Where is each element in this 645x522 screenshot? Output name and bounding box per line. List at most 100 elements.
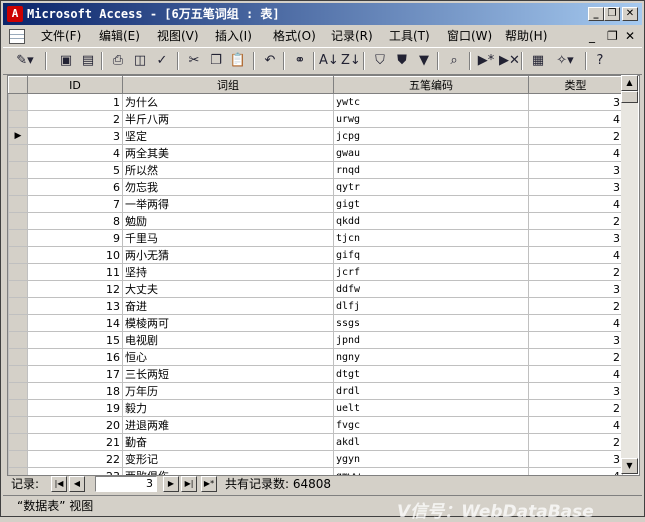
cut-icon[interactable]: ✂ [185,52,203,70]
table-row[interactable]: 1 为什么 ywtc 3 [8,93,623,111]
cell-wubi-code[interactable]: gwau [333,144,529,162]
cell-phrase[interactable]: 三长两短 [122,365,334,383]
cell-phrase[interactable]: 电视剧 [122,331,334,349]
hyperlink-icon[interactable]: ⚭ [291,52,309,70]
table-row[interactable]: ▶ 3 坚定 jcpg 2 [8,127,623,145]
save-icon[interactable]: ▣ [57,52,75,70]
previous-record-button[interactable]: ◀ [69,476,85,492]
record-selector[interactable] [8,297,28,315]
current-record-selector[interactable]: ▶ [8,127,28,145]
record-selector[interactable] [8,110,28,128]
table-row[interactable]: 17 三长两短 dtgt 4 [8,365,623,383]
cell-id[interactable]: 9 [27,229,123,247]
menu-format[interactable]: 格式(O) [273,26,316,46]
table-row[interactable]: 4 两全其美 gwau 4 [8,144,623,162]
cell-wubi-code[interactable]: dlfj [333,297,529,315]
cell-phrase[interactable]: 为什么 [122,93,334,111]
cell-phrase[interactable]: 勉励 [122,212,334,230]
record-selector[interactable] [8,93,28,111]
record-selector[interactable] [8,229,28,247]
cell-id[interactable]: 7 [27,195,123,213]
cell-phrase[interactable]: 奋进 [122,297,334,315]
cell-phrase[interactable]: 坚定 [122,127,334,145]
datasheet-grid[interactable]: ID 词组 五笔编码 类型 1 为什么 ywtc 3 2 半斤八两 urwg 4 ▶ 3 坚定 jcp… [7,75,640,476]
help-icon[interactable]: ? [591,52,609,70]
cell-id[interactable]: 12 [27,280,123,298]
cell-wubi-code[interactable]: fvgc [333,416,529,434]
cell-wubi-code[interactable]: gigt [333,195,529,213]
cell-phrase[interactable]: 千里马 [122,229,334,247]
scroll-up-button[interactable]: ▲ [621,75,638,91]
cell-type[interactable]: 2 [528,348,623,366]
cell-phrase[interactable]: 两全其美 [122,144,334,162]
scroll-down-button[interactable]: ▼ [621,458,638,474]
current-record-field[interactable]: 3 [95,476,157,492]
table-row[interactable]: 13 奋进 dlfj 2 [8,297,623,315]
table-row[interactable]: 2 半斤八两 urwg 4 [8,110,623,128]
record-selector[interactable] [8,382,28,400]
cell-id[interactable]: 6 [27,178,123,196]
filter-by-selection-icon[interactable]: ⛉ [371,52,389,70]
record-selector[interactable] [8,314,28,332]
cell-type[interactable]: 4 [528,314,623,332]
column-header-phrase[interactable]: 词组 [122,76,334,94]
record-selector[interactable] [8,195,28,213]
cell-wubi-code[interactable]: akdl [333,433,529,451]
close-button[interactable]: ✕ [622,7,638,21]
cell-wubi-code[interactable]: jpnd [333,331,529,349]
cell-phrase[interactable]: 半斤八两 [122,110,334,128]
record-selector[interactable] [8,365,28,383]
cell-type[interactable]: 3 [528,331,623,349]
column-header-wubi-code[interactable]: 五笔编码 [333,76,529,94]
cell-type[interactable]: 4 [528,365,623,383]
cell-id[interactable]: 20 [27,416,123,434]
column-header-type[interactable]: 类型 [528,76,623,94]
new-record-icon[interactable]: ▶* [477,52,495,70]
cell-type[interactable]: 2 [528,263,623,281]
cell-type[interactable]: 2 [528,433,623,451]
table-row[interactable]: 9 千里马 tjcn 3 [8,229,623,247]
cell-wubi-code[interactable]: jcrf [333,263,529,281]
cell-id[interactable]: 13 [27,297,123,315]
cell-id[interactable]: 5 [27,161,123,179]
table-row[interactable]: 10 两小无猜 gifq 4 [8,246,623,264]
cell-wubi-code[interactable]: ddfw [333,280,529,298]
menu-window[interactable]: 窗口(W) [447,26,492,46]
cell-type[interactable]: 2 [528,297,623,315]
column-header-id[interactable]: ID [27,76,123,94]
doc-close-button[interactable]: ✕ [625,26,635,46]
database-window-icon[interactable]: ▦ [529,52,547,70]
cell-id[interactable]: 10 [27,246,123,264]
record-selector[interactable] [8,450,28,468]
spelling-icon[interactable]: ✓ [153,52,171,70]
cell-wubi-code[interactable]: qkdd [333,212,529,230]
table-row[interactable]: 21 勤奋 akdl 2 [8,433,623,451]
maximize-button[interactable]: ❐ [604,7,620,21]
record-selector[interactable] [8,178,28,196]
print-preview-icon[interactable]: ◫ [131,52,149,70]
cell-wubi-code[interactable]: urwg [333,110,529,128]
record-selector[interactable] [8,263,28,281]
cell-id[interactable]: 15 [27,331,123,349]
cell-id[interactable]: 16 [27,348,123,366]
doc-restore-button[interactable]: ❐ [607,26,618,46]
undo-icon[interactable]: ↶ [261,52,279,70]
doc-minimize-button[interactable]: _ [589,26,595,46]
cell-type[interactable]: 4 [528,416,623,434]
cell-phrase[interactable]: 毅力 [122,399,334,417]
delete-record-icon[interactable]: ▶✕ [499,52,520,70]
cell-type[interactable]: 3 [528,93,623,111]
cell-type[interactable]: 4 [528,144,623,162]
cell-type[interactable]: 3 [528,280,623,298]
table-row[interactable]: 8 勉励 qkdd 2 [8,212,623,230]
table-row[interactable]: 20 进退两难 fvgc 4 [8,416,623,434]
record-selector[interactable] [8,212,28,230]
sort-descending-icon[interactable]: Z↓ [341,52,361,70]
cell-id[interactable]: 21 [27,433,123,451]
cell-phrase[interactable]: 恒心 [122,348,334,366]
table-row[interactable]: 16 恒心 ngny 2 [8,348,623,366]
cell-phrase[interactable]: 勤奋 [122,433,334,451]
cell-type[interactable]: 3 [528,382,623,400]
record-selector[interactable] [8,161,28,179]
table-row[interactable]: 19 毅力 uelt 2 [8,399,623,417]
